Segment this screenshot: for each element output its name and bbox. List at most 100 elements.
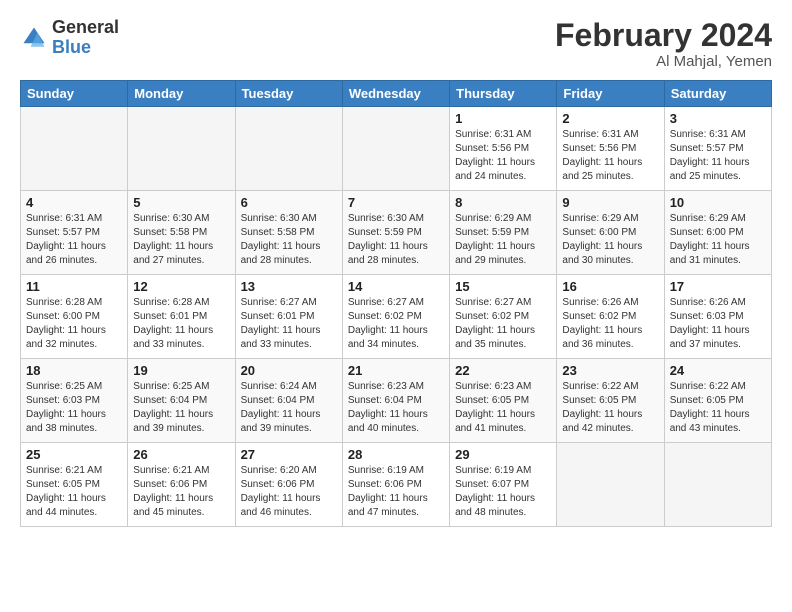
day-info: Sunrise: 6:23 AMSunset: 6:04 PMDaylight:… <box>348 380 444 436</box>
calendar-cell: 11 Sunrise: 6:28 AMSunset: 6:00 PMDayligh… <box>21 275 128 359</box>
calendar-cell: 2Sunrise: 6:31 AMSunset: 5:56 PMDaylight… <box>557 107 664 191</box>
calendar-cell: 23Sunrise: 6:22 AMSunset: 6:05 PMDayligh… <box>557 359 664 443</box>
calendar-cell <box>128 107 235 191</box>
location-title: Al Mahjal, Yemen <box>555 53 772 70</box>
day-number: 17 <box>670 279 766 294</box>
day-info: Sunrise: 6:27 AMSunset: 6:01 PMDaylight:… <box>241 296 337 352</box>
calendar-week-row: 4Sunrise: 6:31 AMSunset: 5:57 PMDaylight… <box>21 191 772 275</box>
calendar-body: 1 Sunrise: 6:31 AMSunset: 5:56 PMDaylight… <box>21 107 772 527</box>
day-info: Sunrise: 6:31 AMSunset: 5:57 PMDaylight:… <box>670 128 766 184</box>
calendar-cell: 24 Sunrise: 6:22 AMSunset: 6:05 PMDayligh… <box>664 359 771 443</box>
day-info: Sunrise: 6:19 AMSunset: 6:07 PMDaylight:… <box>455 464 551 520</box>
calendar-cell <box>21 107 128 191</box>
day-info: Sunrise: 6:30 AMSunset: 5:59 PMDaylight:… <box>348 212 444 268</box>
day-info: Sunrise: 6:27 AMSunset: 6:02 PMDaylight:… <box>348 296 444 352</box>
calendar-cell: 8 Sunrise: 6:29 AMSunset: 5:59 PMDaylight… <box>450 191 557 275</box>
day-number: 11 <box>26 279 122 294</box>
calendar-cell: 12 Sunrise: 6:28 AMSunset: 6:01 PMDayligh… <box>128 275 235 359</box>
page: General Blue February 2024 Al Mahjal, Ye… <box>0 0 792 537</box>
day-info: Sunrise: 6:19 AMSunset: 6:06 PMDaylight:… <box>348 464 444 520</box>
day-number: 6 <box>241 195 337 210</box>
day-number: 28 <box>348 447 444 462</box>
calendar-week-row: 18 Sunrise: 6:25 AMSunset: 6:03 PMDayligh… <box>21 359 772 443</box>
calendar-cell: 6 Sunrise: 6:30 AMSunset: 5:58 PMDaylight… <box>235 191 342 275</box>
day-info: Sunrise: 6:25 AMSunset: 6:03 PMDaylight:… <box>26 380 122 436</box>
weekday-header: Thursday <box>450 81 557 107</box>
day-info: Sunrise: 6:29 AMSunset: 6:00 PMDaylight:… <box>670 212 766 268</box>
calendar-cell: 16Sunrise: 6:26 AMSunset: 6:02 PMDayligh… <box>557 275 664 359</box>
day-number: 25 <box>26 447 122 462</box>
logo-general: General <box>52 17 119 37</box>
calendar-cell: 14 Sunrise: 6:27 AMSunset: 6:02 PMDayligh… <box>342 275 449 359</box>
weekday-header: Saturday <box>664 81 771 107</box>
day-info: Sunrise: 6:30 AMSunset: 5:58 PMDaylight:… <box>241 212 337 268</box>
day-number: 12 <box>133 279 229 294</box>
calendar-cell: 28 Sunrise: 6:19 AMSunset: 6:06 PMDayligh… <box>342 443 449 527</box>
day-info: Sunrise: 6:29 AMSunset: 5:59 PMDaylight:… <box>455 212 551 268</box>
day-info: Sunrise: 6:31 AMSunset: 5:56 PMDaylight:… <box>455 128 551 184</box>
calendar-cell: 13 Sunrise: 6:27 AMSunset: 6:01 PMDayligh… <box>235 275 342 359</box>
title-block: February 2024 Al Mahjal, Yemen <box>555 18 772 70</box>
calendar-cell: 15Sunrise: 6:27 AMSunset: 6:02 PMDayligh… <box>450 275 557 359</box>
calendar-cell <box>235 107 342 191</box>
day-number: 9 <box>562 195 658 210</box>
day-info: Sunrise: 6:31 AMSunset: 5:56 PMDaylight:… <box>562 128 658 184</box>
calendar-table: SundayMondayTuesdayWednesdayThursdayFrid… <box>20 80 772 527</box>
day-number: 10 <box>670 195 766 210</box>
calendar-cell: 18 Sunrise: 6:25 AMSunset: 6:03 PMDayligh… <box>21 359 128 443</box>
day-info: Sunrise: 6:29 AMSunset: 6:00 PMDaylight:… <box>562 212 658 268</box>
weekday-header: Sunday <box>21 81 128 107</box>
day-number: 22 <box>455 363 551 378</box>
weekday-header-row: SundayMondayTuesdayWednesdayThursdayFrid… <box>21 81 772 107</box>
day-number: 20 <box>241 363 337 378</box>
day-number: 1 <box>455 111 551 126</box>
calendar-cell: 1 Sunrise: 6:31 AMSunset: 5:56 PMDaylight… <box>450 107 557 191</box>
day-info: Sunrise: 6:31 AMSunset: 5:57 PMDaylight:… <box>26 212 122 268</box>
day-number: 19 <box>133 363 229 378</box>
calendar-cell: 10 Sunrise: 6:29 AMSunset: 6:00 PMDayligh… <box>664 191 771 275</box>
day-number: 26 <box>133 447 229 462</box>
calendar-header: SundayMondayTuesdayWednesdayThursdayFrid… <box>21 81 772 107</box>
calendar-cell <box>557 443 664 527</box>
day-number: 14 <box>348 279 444 294</box>
day-info: Sunrise: 6:25 AMSunset: 6:04 PMDaylight:… <box>133 380 229 436</box>
logo-inner: General Blue <box>20 18 119 58</box>
calendar-cell: 5Sunrise: 6:30 AMSunset: 5:58 PMDaylight… <box>128 191 235 275</box>
day-info: Sunrise: 6:21 AMSunset: 6:05 PMDaylight:… <box>26 464 122 520</box>
calendar-cell: 25 Sunrise: 6:21 AMSunset: 6:05 PMDayligh… <box>21 443 128 527</box>
calendar-week-row: 1 Sunrise: 6:31 AMSunset: 5:56 PMDaylight… <box>21 107 772 191</box>
day-number: 24 <box>670 363 766 378</box>
calendar-cell: 4Sunrise: 6:31 AMSunset: 5:57 PMDaylight… <box>21 191 128 275</box>
calendar-cell: 20Sunrise: 6:24 AMSunset: 6:04 PMDayligh… <box>235 359 342 443</box>
day-info: Sunrise: 6:28 AMSunset: 6:01 PMDaylight:… <box>133 296 229 352</box>
logo: General Blue <box>20 18 119 58</box>
day-info: Sunrise: 6:22 AMSunset: 6:05 PMDaylight:… <box>670 380 766 436</box>
logo-icon <box>20 24 48 52</box>
day-number: 8 <box>455 195 551 210</box>
day-info: Sunrise: 6:20 AMSunset: 6:06 PMDaylight:… <box>241 464 337 520</box>
calendar-cell: 29Sunrise: 6:19 AMSunset: 6:07 PMDayligh… <box>450 443 557 527</box>
calendar-cell: 27 Sunrise: 6:20 AMSunset: 6:06 PMDayligh… <box>235 443 342 527</box>
calendar-week-row: 25 Sunrise: 6:21 AMSunset: 6:05 PMDayligh… <box>21 443 772 527</box>
calendar-cell: 26Sunrise: 6:21 AMSunset: 6:06 PMDayligh… <box>128 443 235 527</box>
calendar-cell: 17 Sunrise: 6:26 AMSunset: 6:03 PMDayligh… <box>664 275 771 359</box>
header: General Blue February 2024 Al Mahjal, Ye… <box>20 18 772 70</box>
day-info: Sunrise: 6:26 AMSunset: 6:02 PMDaylight:… <box>562 296 658 352</box>
day-info: Sunrise: 6:28 AMSunset: 6:00 PMDaylight:… <box>26 296 122 352</box>
calendar-cell: 7Sunrise: 6:30 AMSunset: 5:59 PMDaylight… <box>342 191 449 275</box>
month-title: February 2024 <box>555 18 772 53</box>
logo-blue: Blue <box>52 37 91 57</box>
calendar-cell <box>342 107 449 191</box>
day-number: 27 <box>241 447 337 462</box>
day-info: Sunrise: 6:27 AMSunset: 6:02 PMDaylight:… <box>455 296 551 352</box>
weekday-header: Friday <box>557 81 664 107</box>
day-info: Sunrise: 6:22 AMSunset: 6:05 PMDaylight:… <box>562 380 658 436</box>
day-number: 13 <box>241 279 337 294</box>
calendar-cell: 19 Sunrise: 6:25 AMSunset: 6:04 PMDayligh… <box>128 359 235 443</box>
day-info: Sunrise: 6:23 AMSunset: 6:05 PMDaylight:… <box>455 380 551 436</box>
logo-text: General Blue <box>52 18 119 58</box>
day-number: 18 <box>26 363 122 378</box>
day-info: Sunrise: 6:26 AMSunset: 6:03 PMDaylight:… <box>670 296 766 352</box>
day-number: 21 <box>348 363 444 378</box>
weekday-header: Monday <box>128 81 235 107</box>
